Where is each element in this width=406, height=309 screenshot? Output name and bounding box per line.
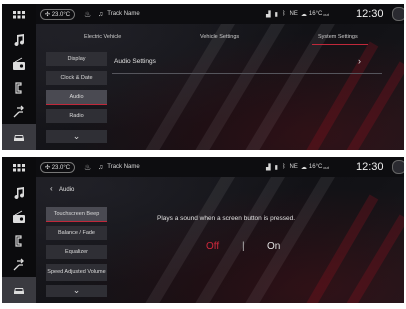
touchscreen-beep-screen: ✣ 23.0°C ♨ ♫ Track Name ▟ ▮ ᛒ NE ☁ 16°C … [2,157,404,303]
outside-temperature: 16°C [308,11,323,17]
vehicle-icon[interactable] [2,124,36,150]
voice-assistant-icon[interactable] [392,7,404,21]
climate-temperature[interactable]: ✣ 23.0°C [40,161,76,173]
weather-icon: ☁ [300,164,307,171]
audio-settings-row[interactable]: Audio Settings [114,58,156,65]
radio-icon[interactable] [2,52,36,76]
fan-icon: ✣ [45,164,51,171]
menu-item-display[interactable]: Display [46,52,107,66]
active-tab-indicator [312,44,368,45]
radio-icon[interactable] [2,205,36,229]
chevron-right-icon[interactable]: › [358,56,361,66]
apps-grid-icon[interactable] [2,4,36,28]
row-divider [112,73,382,74]
apps-grid-icon[interactable] [2,157,36,181]
compass-heading: NE [289,11,298,17]
clock: 12:30 [356,8,384,20]
weather-icon: ☁ [300,11,307,18]
left-nav-bar [2,157,36,303]
clock: 12:30 [356,161,384,173]
climate-temperature[interactable]: ✣ 23.0°C [40,8,76,20]
tab-system-settings[interactable]: System Settings [318,34,358,40]
menu-item-radio[interactable]: Radio [46,109,107,123]
outside-temperature: 16°C [308,164,323,170]
media-source-icon: ♫ [98,163,104,171]
navigation-icon[interactable] [2,253,36,277]
track-name: Track Name [107,164,140,170]
music-note-icon[interactable] [2,28,36,52]
menu-item-speed-adjusted-volume[interactable]: Speed Adjusted Volume [46,264,107,281]
background-decor [145,163,404,303]
tab-vehicle-settings[interactable]: Vehicle Settings [200,34,239,40]
chevron-left-icon: ‹ [50,184,53,193]
tab-electric-vehicle[interactable]: Electric Vehicle [84,34,121,40]
menu-item-balance-fade[interactable]: Balance / Fade [46,226,107,240]
media-source-icon: ♫ [98,10,104,18]
back-button[interactable]: ‹ Audio [50,184,74,193]
menu-item-touchscreen-beep[interactable]: Touchscreen Beep [46,207,107,222]
track-name: Track Name [107,11,140,17]
chevron-down-icon: ⌄ [72,285,81,296]
battery-icon: ▮ [274,164,278,171]
fan-icon: ✣ [45,11,51,18]
music-note-icon[interactable] [2,181,36,205]
menu-item-audio[interactable]: Audio [46,90,107,105]
navigation-icon[interactable] [2,100,36,124]
background-decor [145,10,404,150]
compass-heading: NE [289,164,298,170]
settings-tabs: Electric Vehicle Vehicle Settings System… [36,32,404,46]
seat-heat-icon[interactable]: ♨ [84,4,91,24]
left-nav-bar [2,4,36,150]
vehicle-icon[interactable] [2,277,36,303]
toggle-separator: | [242,241,245,252]
audio-settings-screen: ✣ 23.0°C ♨ ♫ Track Name ▟ ▮ ᛒ NE ☁ 16°C … [2,4,404,150]
scroll-down-button[interactable]: ⌄ [46,130,107,143]
signal-icon: ▟ [266,164,271,171]
status-bar: ✣ 23.0°C ♨ ♫ Track Name ▟ ▮ ᛒ NE ☁ 16°C … [36,4,404,24]
signal-icon: ▟ [266,11,271,18]
chevron-down-icon: ⌄ [72,130,81,141]
menu-item-clock-date[interactable]: Clock & Date [46,71,107,85]
phone-icon[interactable] [2,229,36,253]
setting-description: Plays a sound when a screen button is pr… [157,215,296,222]
scroll-down-button[interactable]: ⌄ [46,285,107,297]
bluetooth-icon: ᛒ [281,11,286,17]
phone-icon[interactable] [2,76,36,100]
status-bar: ✣ 23.0°C ♨ ♫ Track Name ▟ ▮ ᛒ NE ☁ 16°C … [36,157,404,177]
seat-heat-icon[interactable]: ♨ [84,157,91,177]
bluetooth-icon: ᛒ [281,164,286,170]
voice-assistant-icon[interactable] [392,160,404,174]
toggle-off-option[interactable]: Off [206,241,219,252]
toggle-on-option[interactable]: On [267,241,280,252]
battery-icon: ▮ [274,11,278,18]
menu-item-equalizer[interactable]: Equalizer [46,245,107,259]
